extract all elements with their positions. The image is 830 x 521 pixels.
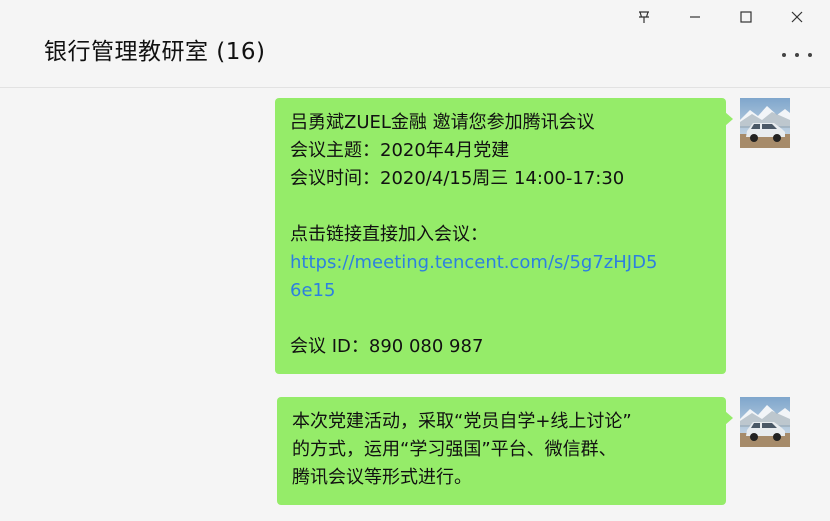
maximize-icon[interactable]	[720, 4, 771, 30]
message-list[interactable]: 吕勇斌ZUEL金融 邀请您参加腾讯会议 会议主题：2020年4月党建 会议时间：…	[0, 88, 830, 521]
suv-car-photo-icon	[740, 98, 790, 148]
message-row: 吕勇斌ZUEL金融 邀请您参加腾讯会议 会议主题：2020年4月党建 会议时间：…	[0, 98, 830, 378]
message-text: 吕勇斌ZUEL金融 邀请您参加腾讯会议	[290, 112, 595, 133]
avatar[interactable]	[740, 98, 790, 148]
message-text: 会议主题：2020年4月党建	[290, 140, 510, 161]
minimize-icon[interactable]	[669, 4, 720, 30]
close-icon[interactable]	[771, 4, 822, 30]
title-bar: 银行管理教研室 (16)	[0, 0, 830, 88]
chat-window: 银行管理教研室 (16) 吕勇斌ZUEL金融 邀请您参加腾讯会议 会议主题：20…	[0, 0, 830, 521]
suv-car-photo-icon	[740, 397, 790, 447]
meeting-link[interactable]: https://meeting.tencent.com/s/5g7zHJD5 6…	[290, 249, 712, 305]
message-text: 会议 ID：890 080 987	[290, 336, 484, 357]
message-text: 本次党建活动，采取“党员自学+线上讨论”	[292, 411, 632, 432]
chat-title: 银行管理教研室 (16)	[44, 39, 266, 65]
meeting-link-part1: https://meeting.tencent.com/s/5g7zHJD5	[290, 252, 658, 273]
window-controls	[618, 4, 822, 30]
message-text: 会议时间：2020/4/15周三 14:00-17:30	[290, 168, 625, 189]
message-text: 腾讯会议等形式进行。	[292, 467, 472, 488]
message-row: 本次党建活动，采取“党员自学+线上讨论” 的方式，运用“学习强国”平台、微信群、…	[0, 397, 830, 509]
message-bubble[interactable]: 吕勇斌ZUEL金融 邀请您参加腾讯会议 会议主题：2020年4月党建 会议时间：…	[275, 98, 733, 374]
avatar[interactable]	[740, 397, 790, 447]
message-text: 点击链接直接加入会议：	[290, 224, 488, 245]
message-text: 的方式，运用“学习强国”平台、微信群、	[292, 439, 617, 460]
more-options-icon[interactable]	[782, 47, 812, 63]
meeting-link-part2: 6e15	[290, 280, 336, 301]
message-bubble[interactable]: 本次党建活动，采取“党员自学+线上讨论” 的方式，运用“学习强国”平台、微信群、…	[277, 397, 733, 505]
pin-icon[interactable]	[618, 4, 669, 30]
